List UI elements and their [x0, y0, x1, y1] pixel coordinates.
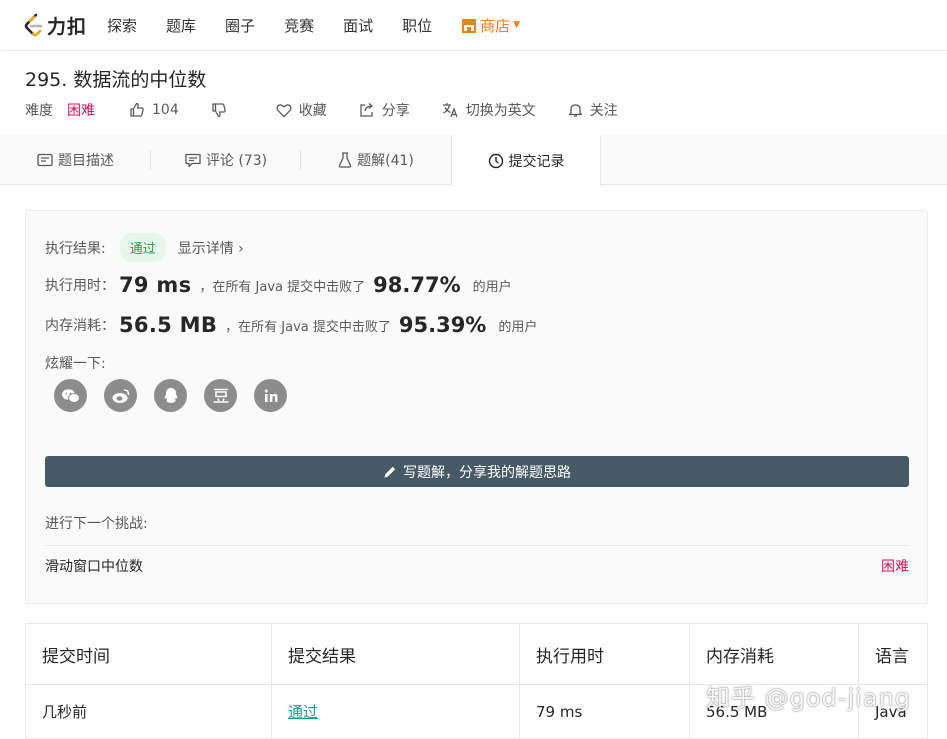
share-label: 炫耀一下: [45, 356, 106, 372]
tab-description[interactable]: 题目描述 [0, 135, 151, 185]
status-label: 执行结果: [45, 240, 106, 257]
submission-result-link[interactable]: 通过 [288, 701, 318, 722]
memory-value: 56.5 MB [119, 313, 218, 337]
tab-comments[interactable]: 评论 (73) [151, 135, 301, 185]
header-submit-time: 提交时间 [26, 624, 272, 684]
tab-description-label: 题目描述 [58, 153, 114, 169]
cell-submit-result: 通过 [272, 685, 520, 738]
status-row: 执行结果: 通过 显示详情 › [45, 233, 244, 262]
switch-language-button[interactable]: 切换为英文 [442, 100, 536, 120]
switch-language-label: 切换为英文 [465, 103, 536, 119]
flask-icon [338, 152, 352, 168]
next-problem-title[interactable]: 滑动窗口中位数 [45, 556, 143, 576]
problem-header: 295. 数据流的中位数 难度 困难 104 收藏 分享 切换为英文 关注 [0, 51, 947, 135]
difficulty-label: 难度 [25, 103, 53, 119]
runtime-suffix: 的用户 [472, 279, 512, 295]
nav-item-jobs[interactable]: 职位 [402, 15, 432, 36]
runtime-value: 79 ms [119, 273, 192, 297]
nav-item-contest[interactable]: 竞赛 [284, 15, 314, 36]
runtime-percentile: 98.77% [373, 273, 461, 297]
thumbs-up-icon [130, 102, 144, 117]
memory-percentile: 95.39% [398, 313, 487, 337]
header-memory: 内存消耗 [690, 624, 859, 684]
header-submit-result: 提交结果 [272, 624, 520, 684]
status-badge: 通过 [119, 233, 166, 262]
tab-solutions[interactable]: 题解(41) [301, 135, 451, 185]
follow-label: 关注 [589, 103, 618, 119]
tab-solutions-label: 题解(41) [357, 153, 414, 169]
linkedin-icon[interactable] [254, 379, 287, 412]
write-solution-label: 写题解，分享我的解题思路 [403, 464, 571, 481]
nav-item-problems[interactable]: 题库 [166, 15, 196, 36]
next-challenge-item[interactable]: 滑动窗口中位数 困难 [45, 556, 909, 576]
runtime-note: ，在所有 Java 提交中击败了 [199, 279, 366, 295]
problem-meta: 难度 困难 104 收藏 分享 切换为英文 关注 [25, 100, 650, 120]
runtime-label: 执行用时： [45, 278, 115, 294]
nav-menu: 探索 题库 圈子 竞赛 面试 职位 [107, 15, 461, 36]
problem-title: 295. 数据流的中位数 [25, 69, 207, 91]
top-navbar: 力扣 探索 题库 圈子 竞赛 面试 职位 商店 ▼ [0, 0, 947, 51]
cell-submit-time: 几秒前 [26, 685, 272, 738]
thumbs-down-icon [212, 103, 226, 118]
favorite-button[interactable]: 收藏 [276, 100, 327, 120]
submission-result-card: 执行结果: 通过 显示详情 › 执行用时： 79 ms ，在所有 Java 提交… [25, 210, 928, 604]
problem-tabs: 题目描述 评论 (73) 题解(41) 提交记录 [0, 135, 947, 186]
nav-item-circle[interactable]: 圈子 [225, 15, 255, 36]
leetcode-logo-icon [24, 13, 43, 37]
difficulty-value: 困难 [67, 103, 95, 119]
clock-icon [488, 153, 503, 168]
memory-row: 内存消耗： 56.5 MB ，在所有 Java 提交中击败了 95.39% 的用… [45, 313, 537, 337]
header-language: 语言 [875, 646, 909, 667]
weibo-icon[interactable] [104, 379, 137, 412]
dislike-button[interactable] [211, 102, 234, 118]
nav-item-explore[interactable]: 探索 [107, 15, 137, 36]
memory-label: 内存消耗： [45, 318, 115, 334]
heart-icon [276, 103, 292, 117]
bell-icon [568, 104, 582, 117]
description-icon [37, 153, 53, 167]
chevron-down-icon: ▼ [513, 20, 521, 30]
share-label: 分享 [381, 103, 410, 119]
divider [45, 545, 909, 546]
share-icon [360, 103, 373, 117]
share-button[interactable]: 分享 [359, 100, 410, 120]
nav-item-interview[interactable]: 面试 [343, 15, 373, 36]
like-count: 104 [152, 102, 179, 118]
logo-text: 力扣 [47, 15, 88, 38]
logo[interactable]: 力扣 [22, 0, 87, 51]
shop-label: 商店 [480, 16, 511, 35]
comment-icon [185, 153, 201, 167]
store-icon [462, 18, 477, 33]
next-challenge-label: 进行下一个挑战: [45, 516, 148, 532]
difficulty: 难度 困难 [25, 100, 95, 120]
cell-runtime: 79 ms [520, 685, 690, 738]
table-header: 提交时间 提交结果 执行用时 内存消耗 语言 [26, 624, 927, 685]
share-icons [54, 379, 304, 412]
header-runtime: 执行用时 [520, 624, 690, 684]
write-solution-button[interactable]: 写题解，分享我的解题思路 [45, 456, 909, 487]
like-button[interactable]: 104 [129, 102, 179, 118]
runtime-row: 执行用时： 79 ms ，在所有 Java 提交中击败了 98.77% 的用户 [45, 273, 512, 297]
memory-suffix: 的用户 [498, 319, 538, 335]
memory-note: ，在所有 Java 提交中击败了 [225, 319, 391, 335]
qq-icon[interactable] [154, 379, 187, 412]
nav-item-shop[interactable]: 商店 ▼ [461, 15, 520, 36]
wechat-icon[interactable] [54, 379, 87, 412]
tab-submissions-label: 提交记录 [508, 153, 565, 170]
show-details-link[interactable]: 显示详情 › [178, 238, 244, 258]
translate-icon [442, 103, 458, 118]
follow-button[interactable]: 关注 [568, 100, 618, 120]
pencil-icon [384, 466, 396, 477]
favorite-label: 收藏 [298, 103, 327, 119]
watermark: 知乎 @god-jiang [706, 684, 911, 712]
tab-comments-label: 评论 (73) [205, 153, 268, 169]
douban-icon[interactable] [204, 379, 237, 412]
tab-submissions[interactable]: 提交记录 [451, 135, 601, 186]
next-problem-difficulty: 困难 [881, 559, 909, 575]
